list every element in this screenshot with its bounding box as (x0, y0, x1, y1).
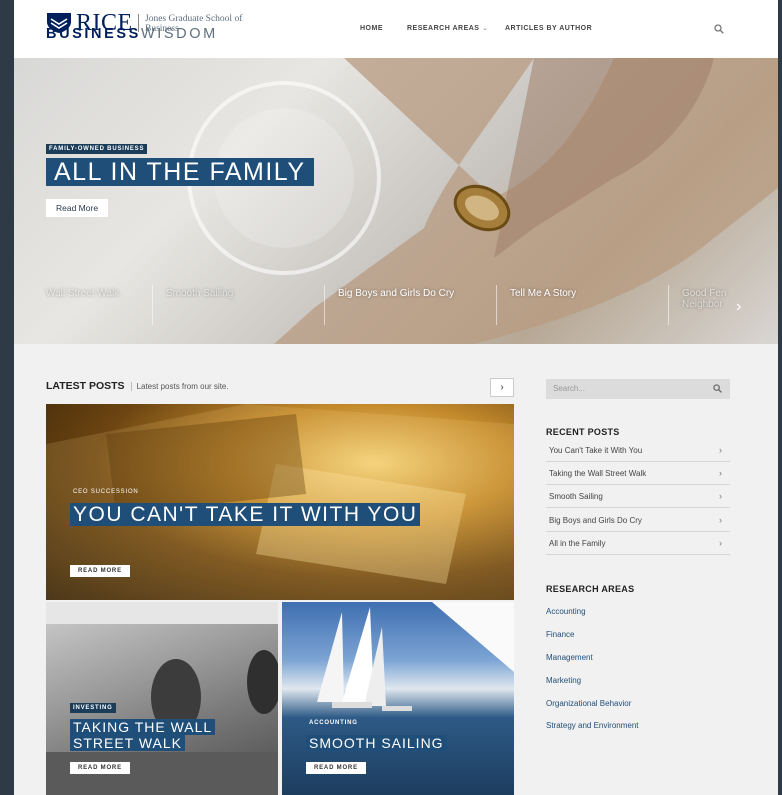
post-title-text: YOU CAN'T TAKE IT WITH YOU (70, 503, 421, 526)
post-title-text: SMOOTH SAILING (306, 735, 447, 751)
slide-item[interactable]: Tell Me A Story (510, 288, 576, 299)
research-area-link[interactable]: Finance (546, 630, 574, 639)
slide-item[interactable]: Good Fen Neighbor (682, 288, 742, 310)
chevron-right-icon[interactable]: › (736, 298, 741, 316)
search-icon[interactable] (714, 24, 724, 34)
brand-light: WISDOM (140, 26, 218, 42)
post-title[interactable]: TAKING THE WALL STREET WALK (70, 719, 250, 751)
next-posts-button[interactable]: › (490, 378, 514, 397)
research-area-link[interactable]: Marketing (546, 676, 581, 685)
sidebar-search-input[interactable]: Search... (546, 379, 730, 399)
recent-post-label: Big Boys and Girls Do Cry (549, 516, 642, 525)
nav-research-areas[interactable]: RESEARCH AREAS ⌄ (407, 25, 488, 32)
recent-post-item[interactable]: Taking the Wall Street Walk › (546, 462, 730, 485)
slide-item[interactable]: Big Boys and Girls Do Cry (338, 288, 454, 299)
brand-wordmark[interactable]: BUSINESSWISDOM (46, 26, 218, 42)
latest-posts-title: LATEST POSTS (46, 380, 125, 392)
research-areas-heading: RESEARCH AREAS (546, 584, 635, 594)
read-more-button[interactable]: READ MORE (70, 762, 130, 774)
hero-slider[interactable]: FAMILY-OWNED BUSINESS ALL IN THE FAMILY … (14, 58, 778, 344)
chevron-right-icon: › (719, 538, 722, 548)
recent-post-label: Smooth Sailing (549, 492, 603, 501)
recent-post-label: Taking the Wall Street Walk (549, 469, 647, 478)
chevron-right-icon: › (719, 468, 722, 478)
post-card-featured[interactable]: CEO SUCCESSION YOU CAN'T TAKE IT WITH YO… (46, 404, 514, 600)
post-card[interactable]: INVESTING TAKING THE WALL STREET WALK RE… (46, 602, 278, 795)
slide-item[interactable]: Smooth Sailing (166, 288, 233, 299)
recent-post-item[interactable]: Smooth Sailing › (546, 485, 730, 508)
post-title[interactable]: SMOOTH SAILING (306, 735, 447, 751)
slide-divider (324, 285, 325, 325)
chevron-right-icon: › (719, 515, 722, 525)
post-title[interactable]: YOU CAN'T TAKE IT WITH YOU (70, 503, 450, 526)
post-card[interactable]: ACCOUNTING SMOOTH SAILING READ MORE (282, 602, 514, 795)
chevron-right-icon: › (719, 491, 722, 501)
read-more-button[interactable]: READ MORE (70, 565, 130, 577)
post-tag[interactable]: INVESTING (70, 703, 116, 713)
recent-post-item[interactable]: Big Boys and Girls Do Cry › (546, 509, 730, 532)
page: RICE Jones Graduate School of Business B… (14, 0, 778, 795)
research-area-link[interactable]: Organizational Behavior (546, 699, 631, 708)
search-icon[interactable] (713, 384, 722, 393)
research-area-link[interactable]: Accounting (546, 607, 586, 616)
recent-posts-heading: RECENT POSTS (546, 427, 620, 437)
latest-posts-subheading: Latest posts from our site. (130, 382, 229, 391)
recent-post-item[interactable]: All in the Family › (546, 532, 730, 555)
hero-tag[interactable]: FAMILY-OWNED BUSINESS (46, 144, 148, 154)
slider-nav: Wall Street Walk Smooth Sailing Big Boys… (14, 280, 778, 330)
recent-post-label: All in the Family (549, 539, 606, 548)
recent-post-item[interactable]: You Can't Take it With You › (546, 439, 730, 462)
brand-bold: BUSINESS (46, 26, 141, 42)
caret-down-icon: ⌄ (482, 26, 489, 32)
site-header: RICE Jones Graduate School of Business B… (14, 0, 778, 58)
slide-divider (152, 285, 153, 325)
post-tag[interactable]: CEO SUCCESSION (70, 487, 142, 497)
recent-post-label: You Can't Take it With You (549, 446, 643, 455)
read-more-button[interactable]: READ MORE (306, 762, 366, 774)
research-area-link[interactable]: Management (546, 653, 593, 662)
post-tag[interactable]: ACCOUNTING (306, 718, 361, 728)
hero-read-more-button[interactable]: Read More (46, 199, 109, 217)
slide-divider (668, 285, 669, 325)
slide-divider (496, 285, 497, 325)
hero-title[interactable]: ALL IN THE FAMILY (46, 158, 314, 186)
research-area-link[interactable]: Strategy and Environment (546, 721, 639, 730)
nav-articles-by-author[interactable]: ARTICLES BY AUTHOR (505, 25, 592, 32)
slide-item[interactable]: Wall Street Walk (46, 288, 119, 299)
nav-research-label: RESEARCH AREAS (407, 25, 480, 32)
chevron-right-icon: › (719, 445, 722, 455)
latest-posts-heading: LATEST POSTS Latest posts from our site. (46, 380, 229, 392)
nav-home[interactable]: HOME (360, 25, 383, 32)
post-title-text: TAKING THE WALL STREET WALK (70, 719, 216, 751)
